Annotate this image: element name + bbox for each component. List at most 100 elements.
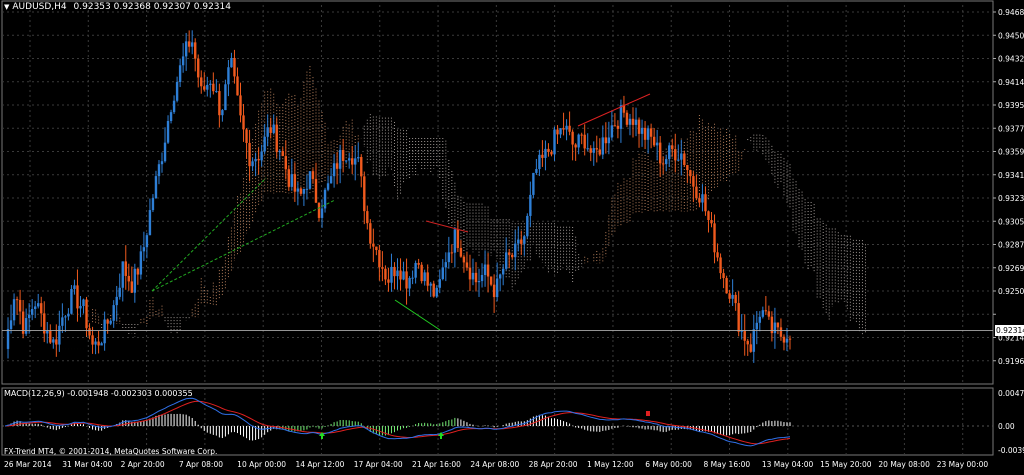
candle-body (686, 165, 689, 171)
candle-body (344, 160, 348, 162)
candle-body (272, 124, 275, 133)
x-tick-label: 28 Apr 20:00 (529, 460, 578, 469)
candle-body (758, 316, 762, 323)
candle-body (677, 159, 680, 161)
candle-body (716, 252, 719, 258)
candle-body (529, 194, 532, 216)
candle-body (118, 287, 121, 297)
macd-pane-frame (1, 387, 994, 456)
candle-body (692, 176, 695, 187)
candle-body (341, 149, 345, 161)
candle-body (414, 262, 417, 278)
candle-body (761, 310, 765, 317)
candle-body (12, 299, 16, 321)
candle-body (381, 267, 384, 269)
candle-body (338, 149, 342, 169)
candle-body (785, 338, 789, 343)
x-tick-label: 14 Apr 12:00 (295, 460, 344, 469)
x-tick-label: 2 Apr 20:00 (121, 460, 165, 469)
candle-body (465, 262, 469, 268)
candle-body (366, 211, 369, 224)
candle-body (236, 76, 239, 96)
candle-body (139, 251, 143, 275)
candle-body (257, 158, 260, 161)
candle-body (755, 322, 758, 330)
candle-body (719, 257, 722, 274)
candle-body (284, 156, 287, 170)
candle-body (88, 328, 91, 336)
candle-body (46, 330, 49, 334)
candle-body (64, 316, 67, 318)
candle-body (652, 136, 656, 146)
candle-body (194, 42, 197, 59)
candle-body (221, 110, 224, 116)
candle-body (206, 84, 209, 90)
candle-body (598, 149, 601, 155)
candle-body (124, 261, 127, 276)
candle-body (538, 154, 541, 170)
macd-indicator (2, 397, 993, 447)
macd-scale-label: -0.0039 (998, 446, 1024, 455)
candle-body (646, 128, 650, 140)
candle-body (480, 274, 484, 282)
candle-body (447, 252, 451, 263)
candle-body (27, 314, 31, 319)
candle-body (148, 210, 152, 236)
candle-body (628, 118, 632, 125)
x-tick-label: 24 Apr 08:00 (470, 460, 519, 469)
candle-body (501, 268, 505, 275)
candle-body (544, 148, 547, 158)
macd-title: MACD(12,26,9) -0.001948 -0.002303 0.0003… (4, 389, 193, 398)
candle-body (351, 158, 354, 165)
candle-body (6, 329, 10, 349)
candle-body (399, 270, 402, 280)
candle-body (326, 183, 330, 190)
candle-body (145, 235, 149, 248)
candle-body (372, 243, 375, 247)
candle-body (275, 124, 278, 152)
candle-body (655, 142, 659, 146)
candle-body (559, 128, 562, 135)
candle-body (375, 246, 378, 251)
candle-body (109, 320, 112, 324)
candle-body (227, 67, 230, 85)
candle-body (254, 158, 257, 162)
candle-body (190, 42, 194, 47)
candle-body (218, 91, 221, 116)
candle-body (637, 119, 641, 134)
y-tick-label: 0.92870 (998, 241, 1024, 250)
x-tick-label: 31 Mar 04:00 (62, 460, 112, 469)
collapse-arrow-icon[interactable]: ▼ (4, 3, 9, 11)
candle-body (127, 275, 130, 282)
candle-body (142, 247, 146, 252)
candle-body (82, 299, 85, 306)
candle-body (130, 281, 134, 293)
x-tick-label: 17 Apr 04:00 (354, 460, 403, 469)
candle-body (704, 194, 707, 212)
y-tick-label: 0.93230 (998, 194, 1024, 203)
candle-body (245, 129, 248, 143)
candle-body (713, 223, 716, 253)
candle-body (242, 115, 245, 130)
candle-body (462, 256, 466, 263)
candle-body (435, 287, 438, 297)
candle-body (526, 215, 529, 237)
candle-body (320, 208, 324, 218)
candle-body (671, 145, 674, 150)
candle-body (683, 153, 686, 166)
chart-window[interactable]: 0.94680 0.94500 0.94320 0.94140 0.93955 0.937… (0, 0, 1024, 471)
candle-body (61, 317, 64, 326)
candle-body (94, 341, 97, 345)
candle-body (181, 56, 185, 66)
price-chart-svg[interactable]: 0.94680 0.94500 0.94320 0.94140 0.93955 0.937… (0, 0, 1024, 471)
candle-body (106, 319, 109, 324)
candle-body (459, 247, 463, 257)
candle-body (495, 278, 499, 298)
candle-body (30, 309, 34, 315)
macd-scale-label: 0.00 (998, 422, 1015, 431)
candle-body (263, 136, 266, 152)
candle-body (37, 303, 40, 307)
symbol-title: ▼ AUDUSD,H4 0.92353 0.92368 0.92307 0.923… (4, 2, 231, 12)
candle-body (266, 127, 269, 137)
candle-body (85, 299, 88, 329)
